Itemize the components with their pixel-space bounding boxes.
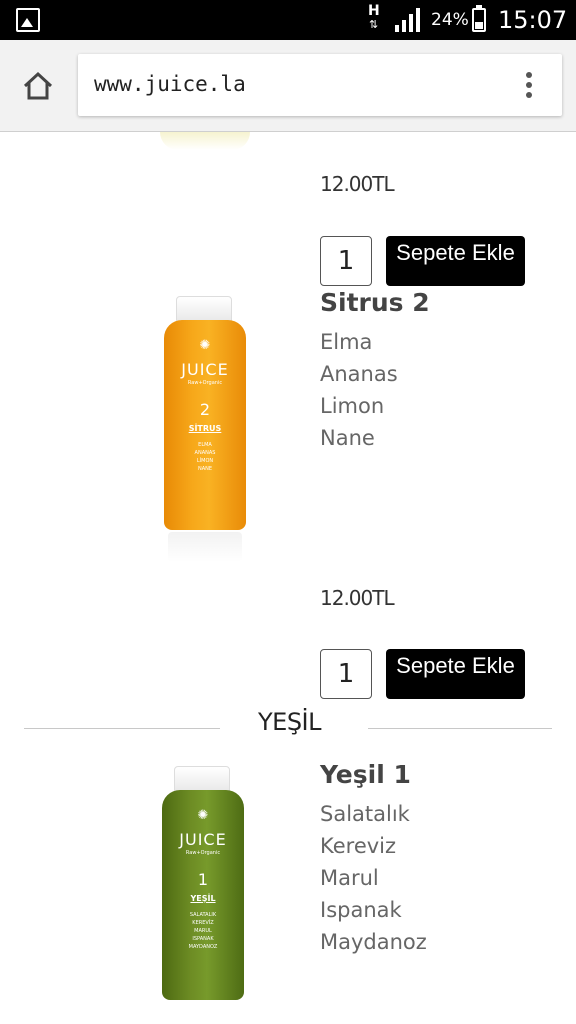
bottle-name: YEŞİL [190,894,216,903]
product-image-sitrus-2[interactable]: ✺ JUICE Raw+Organic 2 SİTRUS ELMA ANANAS… [160,296,250,566]
section-divider [24,728,220,729]
ingredient-item: Maydanoz [320,930,427,954]
product-title[interactable]: Sitrus 2 [320,288,430,317]
bottle-subtitle: Raw+Organic [187,380,223,386]
product-price: 12.00TL [320,172,395,196]
ingredient-item: Limon [320,394,385,418]
quantity-input[interactable]: 1 [320,236,372,286]
bottle-ingredient: MARUL [194,928,212,934]
bottle-brand: JUICE [181,360,229,379]
ingredient-item: Salatalık [320,802,410,826]
ingredient-item: Kereviz [320,834,397,858]
gallery-notification-icon [16,8,40,32]
url-text: www.juice.la [94,72,246,96]
data-activity-icon: ⇅ [369,18,379,31]
section-title: YEŞİL [258,708,322,736]
quantity-input[interactable]: 1 [320,649,372,699]
palm-logo-icon: ✺ [199,338,211,353]
bottle-reflection [168,532,242,562]
home-icon [23,71,53,100]
bottle-subtitle: Raw+Organic [185,850,221,856]
product-price: 12.00TL [320,586,395,610]
signal-icon [395,8,420,32]
status-bar: H ⇅ 24% 15:07 [0,0,576,40]
network-type: H [368,3,380,19]
ingredient-item: Marul [320,866,379,890]
product-title[interactable]: Yeşil 1 [320,760,411,789]
bottle-ingredient: KEREVİZ [192,920,214,926]
bottle-ingredient: SALATALIK [189,912,217,918]
palm-logo-icon: ✺ [197,808,209,823]
ingredient-item: Nane [320,426,375,450]
overflow-menu-button[interactable] [514,70,544,100]
menu-dot-icon [526,92,532,98]
bottle-ingredient: ELMA [198,442,212,448]
product-image-yesil-1[interactable]: ✺ JUICE Raw+Organic 1 YEŞİL SALATALIK KE… [158,766,248,1024]
ingredient-item: Ispanak [320,898,402,922]
previous-bottle-reflection [160,132,250,150]
bottle-body: ✺ JUICE Raw+Organic 1 YEŞİL SALATALIK KE… [162,790,244,1000]
bottle-cap [174,766,230,792]
bottle-number: 2 [199,400,211,419]
bottle-name: SİTRUS [188,424,222,433]
bottle-ingredient: MAYDANOZ [188,944,218,950]
bottle-ingredient: ANANAS [194,450,216,456]
battery-percent: 24% [431,10,469,30]
home-button[interactable] [16,64,60,108]
page-content: 12.00TL 1 Sepete Ekle ✺ JUICE Raw+Organi… [0,132,576,1024]
ingredient-item: Ananas [320,362,398,386]
bottle-ingredient: ISPANAK [192,936,214,942]
clock: 15:07 [498,6,568,34]
menu-dot-icon [526,82,532,88]
bottle-brand: JUICE [179,830,227,849]
browser-toolbar: www.juice.la [0,40,576,132]
bottle-ingredient: NANE [197,466,213,472]
bottle-ingredient: LİMON [196,458,214,464]
section-divider [368,728,552,729]
add-to-cart-button[interactable]: Sepete Ekle [386,236,525,286]
ingredient-item: Elma [320,330,373,354]
battery-icon [472,5,486,32]
menu-dot-icon [526,72,532,78]
add-to-cart-button[interactable]: Sepete Ekle [386,649,525,699]
address-bar[interactable]: www.juice.la [78,54,562,116]
bottle-number: 1 [197,870,209,889]
bottle-body: ✺ JUICE Raw+Organic 2 SİTRUS ELMA ANANAS… [164,320,246,530]
bottle-cap [176,296,232,322]
